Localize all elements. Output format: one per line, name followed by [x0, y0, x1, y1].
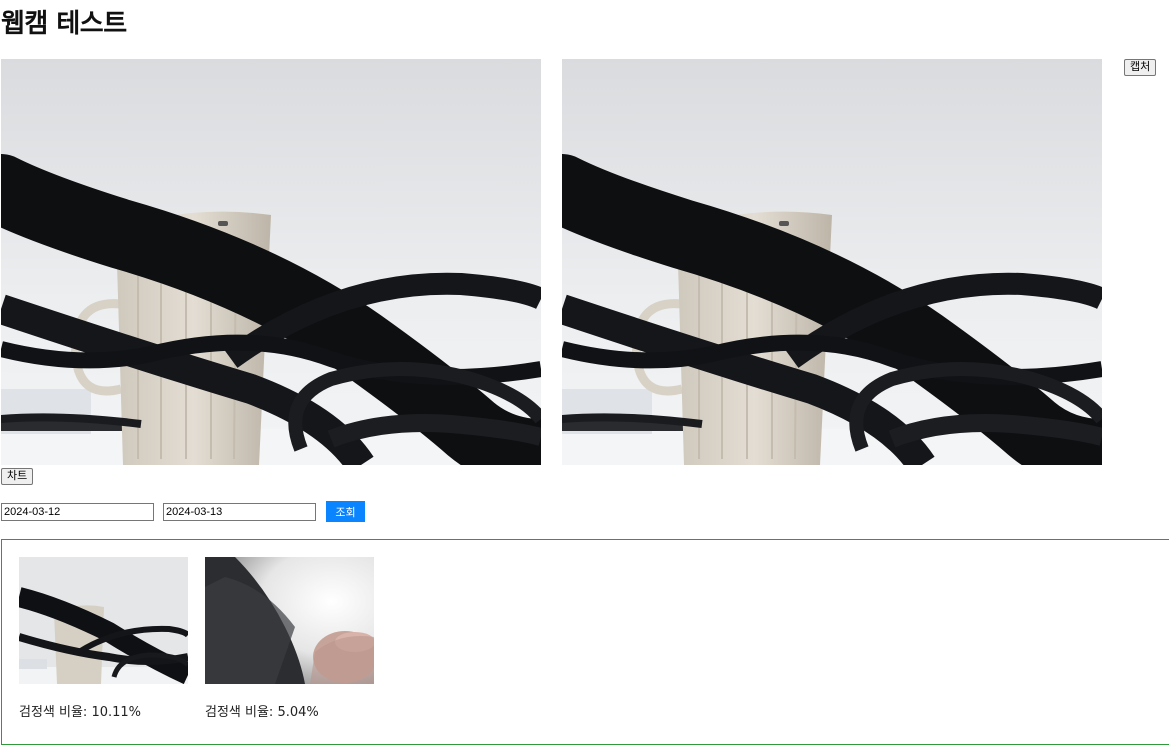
black-ratio-value: 10.11%: [91, 705, 142, 720]
start-date-input[interactable]: [1, 503, 154, 521]
result-thumbnail[interactable]: [19, 557, 188, 684]
search-button[interactable]: 조회: [326, 501, 365, 522]
webcam-live-video: [1, 59, 541, 465]
chart-button[interactable]: 차트: [1, 468, 34, 485]
capture-button[interactable]: 캡처: [1124, 59, 1157, 76]
black-ratio-label: 검정색 비율:: [205, 705, 274, 720]
result-card: 검정색 비율: 10.11%: [19, 557, 189, 720]
webcam-scene-image: [1, 59, 541, 465]
black-ratio-caption: 검정색 비율: 5.04%: [205, 701, 375, 720]
webcam-scene-image: [562, 59, 1102, 465]
captured-frame-image: [562, 59, 1102, 465]
page-title: 웹캠 테스트: [1, 9, 127, 39]
black-ratio-caption: 검정색 비율: 10.11%: [19, 701, 189, 720]
end-date-input[interactable]: [163, 503, 316, 521]
result-thumbnail[interactable]: [205, 557, 374, 684]
black-ratio-label: 검정색 비율:: [19, 705, 88, 720]
results-panel: 검정색 비율: 10.11% 검정색 비율: 5.04%: [1, 539, 1169, 745]
black-ratio-value: 5.04%: [277, 705, 319, 720]
result-thumbnail-image: [205, 557, 374, 684]
result-thumbnail-image: [19, 557, 188, 684]
result-card: 검정색 비율: 5.04%: [205, 557, 375, 720]
